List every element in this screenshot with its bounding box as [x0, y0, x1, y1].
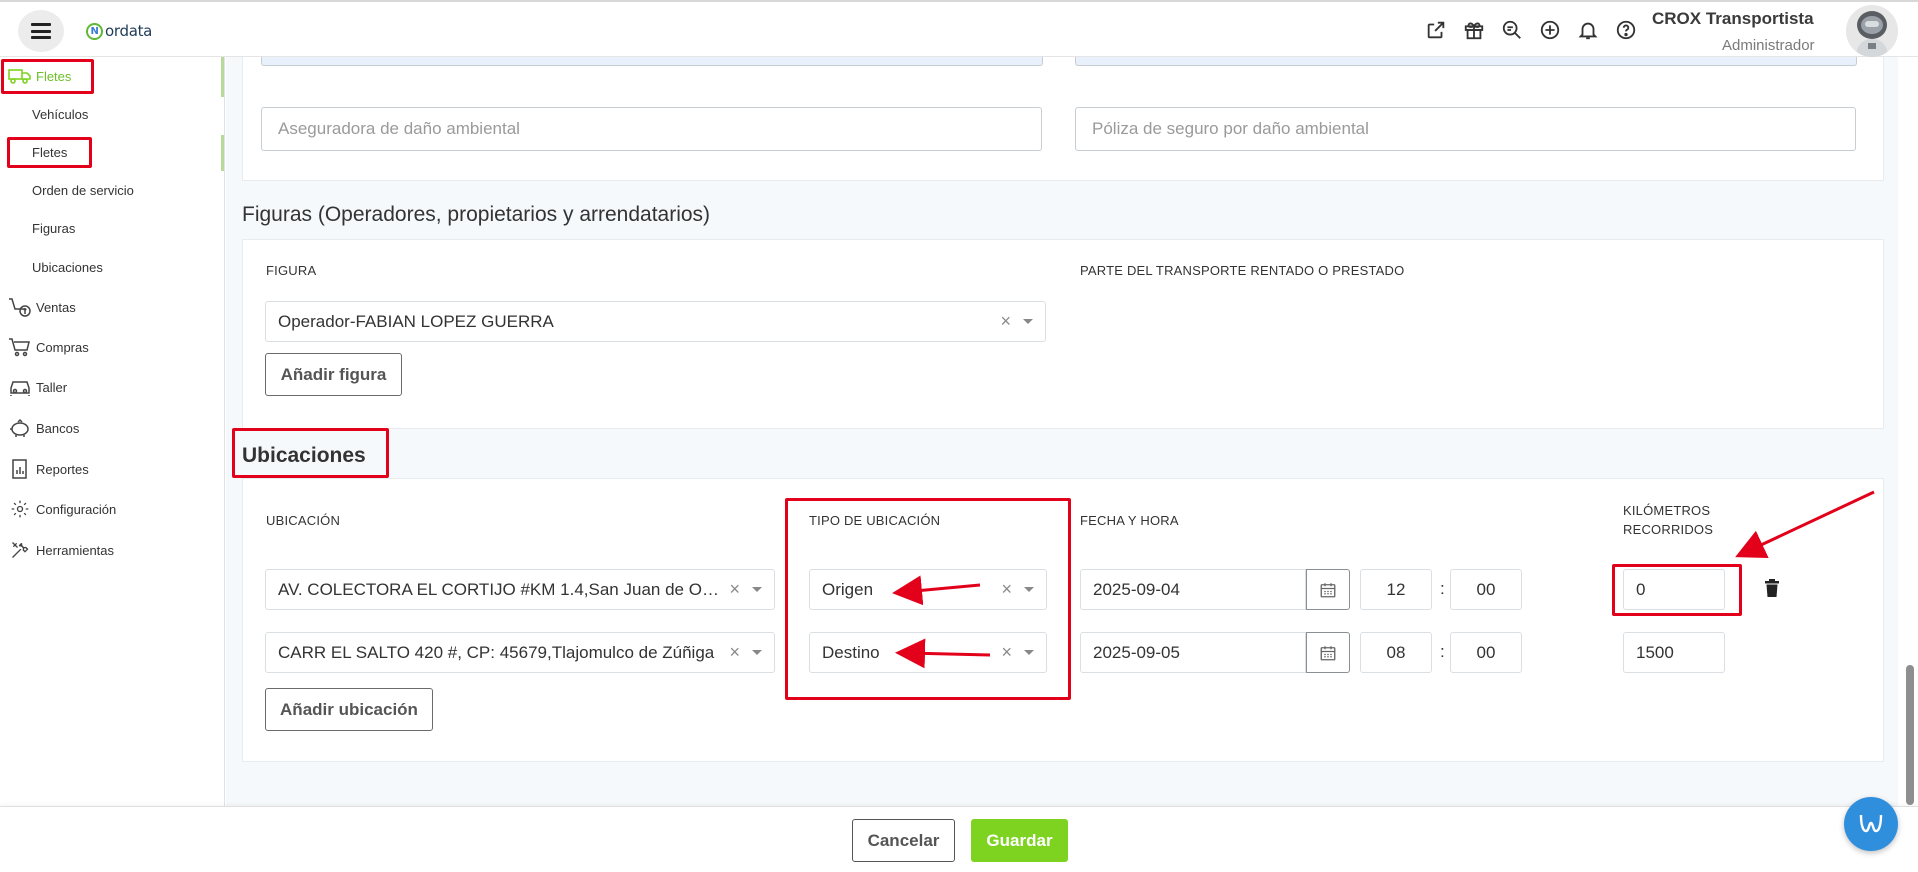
logo[interactable]: N ordata [86, 22, 152, 40]
annotation-arrows [892, 490, 1875, 669]
chat-support-button[interactable] [1844, 797, 1898, 851]
plus-circle-icon[interactable] [1538, 18, 1562, 42]
top-bar: N ordata CROX Transportista Administrado… [0, 0, 1918, 57]
logo-mark: N [86, 22, 103, 40]
bell-icon[interactable] [1576, 18, 1600, 42]
search-icon[interactable] [1500, 18, 1524, 42]
avatar[interactable] [1846, 5, 1898, 57]
user-name[interactable]: CROX Transportista [1652, 9, 1814, 29]
header-actions [1424, 18, 1638, 42]
arrow-to-destino [895, 638, 991, 669]
astronaut-avatar-icon [1846, 5, 1898, 57]
help-icon[interactable] [1614, 18, 1638, 42]
arrow-to-km [1735, 490, 1875, 558]
scrollbar-thumb[interactable] [1906, 665, 1914, 805]
arrow-to-origen [892, 575, 981, 606]
hamburger-icon [31, 23, 51, 39]
user-role: Administrador [1722, 37, 1815, 54]
gift-icon[interactable] [1462, 18, 1486, 42]
cancel-button[interactable]: Cancelar [852, 819, 955, 862]
chat-icon [1859, 814, 1883, 833]
menu-toggle-button[interactable] [18, 10, 64, 52]
logo-text: ordata [105, 22, 153, 40]
action-bar: Cancelar Guardar [0, 806, 1918, 872]
external-link-icon[interactable] [1424, 18, 1448, 42]
save-button[interactable]: Guardar [971, 819, 1068, 862]
